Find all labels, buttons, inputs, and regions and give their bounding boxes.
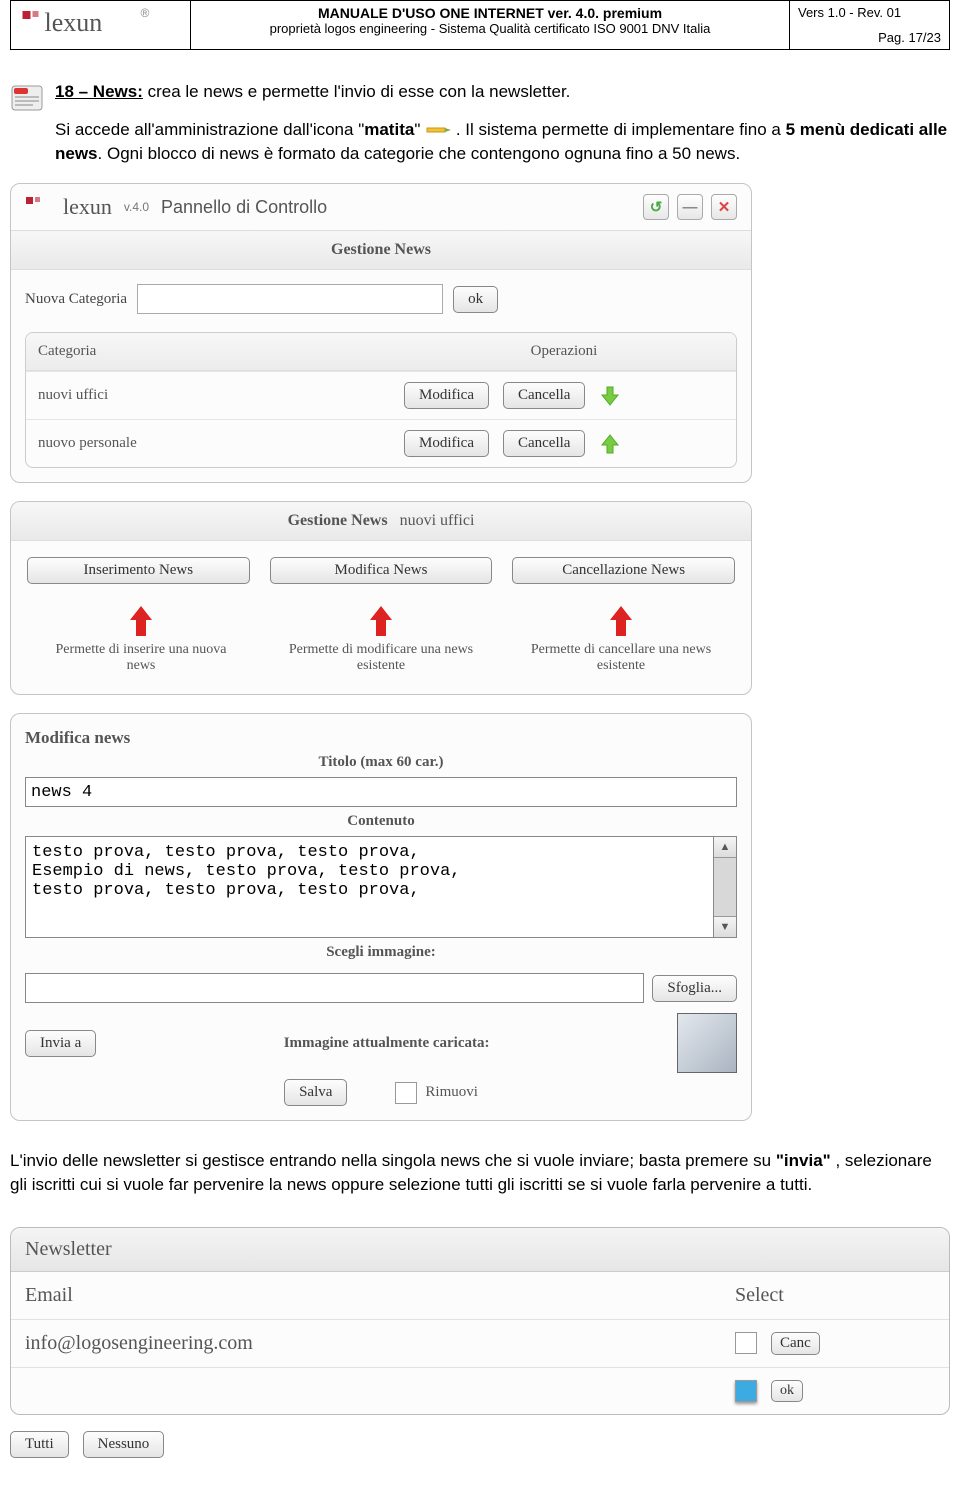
section-number: 18 – News:	[55, 82, 143, 101]
table-row: nuovo personale Modifica Cancella	[26, 419, 736, 467]
cancel-news-button[interactable]: Cancellazione News	[512, 557, 735, 584]
nessuno-button[interactable]: Nessuno	[83, 1431, 165, 1458]
email-value: info@logosengineering.com	[25, 1332, 735, 1355]
immagine-caricata-label: Immagine attualmente caricata:	[110, 1035, 663, 1052]
header-title-cell: MANUALE D'USO ONE INTERNET ver. 4.0. pre…	[191, 1, 789, 49]
panel-title: lexun v.4.0 Pannello di Controllo	[25, 194, 327, 220]
col-select-header: Select	[735, 1284, 784, 1307]
outro-text: L'invio delle newsletter si gestisce ent…	[10, 1149, 950, 1197]
rimuovi-checkbox[interactable]	[395, 1082, 417, 1104]
doc-title: MANUALE D'USO ONE INTERNET ver. 4.0. pre…	[199, 5, 781, 21]
red-arrow-up-icon	[126, 604, 156, 638]
section-heading-2: Gestione Newsnuovi uffici	[11, 502, 751, 541]
arrow-down-icon[interactable]	[599, 385, 621, 407]
delete-button[interactable]: Cancella	[503, 382, 585, 409]
red-arrow-up-icon	[606, 604, 636, 638]
titolo-label: Titolo (max 60 car.)	[25, 748, 737, 777]
contenuto-label: Contenuto	[25, 807, 737, 836]
red-arrow-up-icon	[366, 604, 396, 638]
salva-button[interactable]: Salva	[284, 1079, 347, 1106]
intro-text: 18 – News: crea le news e permette l'inv…	[55, 80, 950, 165]
doc-version: Vers 1.0 - Rev. 01	[798, 5, 941, 20]
contenuto-textarea[interactable]	[25, 836, 714, 938]
image-thumbnail	[677, 1013, 737, 1073]
hint-cancel: Permette di cancellare una news esistent…	[521, 600, 721, 674]
rimuovi-label: Rimuovi	[425, 1084, 478, 1101]
close-icon[interactable]: ✕	[711, 194, 737, 220]
lexun-logo-icon: lexun ®	[19, 5, 182, 45]
pencil-icon	[425, 124, 451, 136]
insert-news-button[interactable]: Inserimento News	[27, 557, 250, 584]
canc-button[interactable]: Canc	[771, 1332, 820, 1355]
delete-button[interactable]: Cancella	[503, 430, 585, 457]
invia-a-button[interactable]: Invia a	[25, 1030, 96, 1057]
arrow-up-icon[interactable]	[599, 433, 621, 455]
svg-text:®: ®	[141, 6, 150, 20]
new-category-input[interactable]	[137, 284, 443, 314]
lexun-small-logo-icon	[25, 194, 51, 220]
scrollbar[interactable]: ▲▼	[714, 836, 737, 938]
logo-cell: lexun ®	[11, 1, 191, 49]
scegli-immagine-label: Scegli immagine:	[25, 938, 737, 967]
modifica-heading: Modifica news	[25, 728, 737, 748]
news-section-icon	[10, 80, 45, 115]
panel-news-actions: Gestione Newsnuovi uffici Inserimento Ne…	[10, 501, 752, 695]
header-meta: Vers 1.0 - Rev. 01 Pag. 17/23	[789, 1, 949, 49]
col-header-operations: Operazioni	[531, 343, 598, 360]
doc-page: Pag. 17/23	[798, 30, 941, 45]
select-all-checkbox[interactable]	[735, 1380, 757, 1402]
panel-modifica-news: Modifica news Titolo (max 60 car.) Conte…	[10, 713, 752, 1121]
category-name: nuovi uffici	[38, 387, 404, 404]
minimize-icon[interactable]: —	[677, 194, 703, 220]
col-header-category: Categoria	[38, 343, 404, 360]
reload-icon[interactable]: ↺	[643, 194, 669, 220]
table-row: nuovi uffici Modifica Cancella	[26, 371, 736, 419]
newsletter-title: Newsletter	[11, 1228, 949, 1272]
category-name: nuovo personale	[38, 435, 404, 452]
modify-button[interactable]: Modifica	[404, 382, 489, 409]
document-header: lexun ® MANUALE D'USO ONE INTERNET ver. …	[10, 0, 950, 50]
modify-news-button[interactable]: Modifica News	[270, 557, 493, 584]
col-email-header: Email	[25, 1284, 735, 1307]
tutti-button[interactable]: Tutti	[10, 1431, 69, 1458]
browse-button[interactable]: Sfoglia...	[652, 975, 737, 1002]
new-category-label: Nuova Categoria	[25, 291, 127, 308]
select-checkbox[interactable]	[735, 1332, 757, 1354]
file-path-input[interactable]	[25, 973, 644, 1003]
ok-button[interactable]: ok	[453, 286, 498, 313]
ok-button[interactable]: ok	[771, 1380, 803, 1402]
newsletter-panel: Newsletter Email Select info@logosengine…	[10, 1227, 950, 1415]
svg-text:lexun: lexun	[45, 8, 103, 37]
section-heading: Gestione News	[11, 231, 751, 270]
panel-gestione-news: lexun v.4.0 Pannello di Controllo ↺ — ✕ …	[10, 183, 752, 483]
doc-subtitle: proprietà logos engineering - Sistema Qu…	[199, 21, 781, 36]
modify-button[interactable]: Modifica	[404, 430, 489, 457]
hint-modify: Permette di modificare una news esistent…	[281, 600, 481, 674]
hint-insert: Permette di inserire una nuova news	[41, 600, 241, 674]
titolo-input[interactable]	[25, 777, 737, 807]
